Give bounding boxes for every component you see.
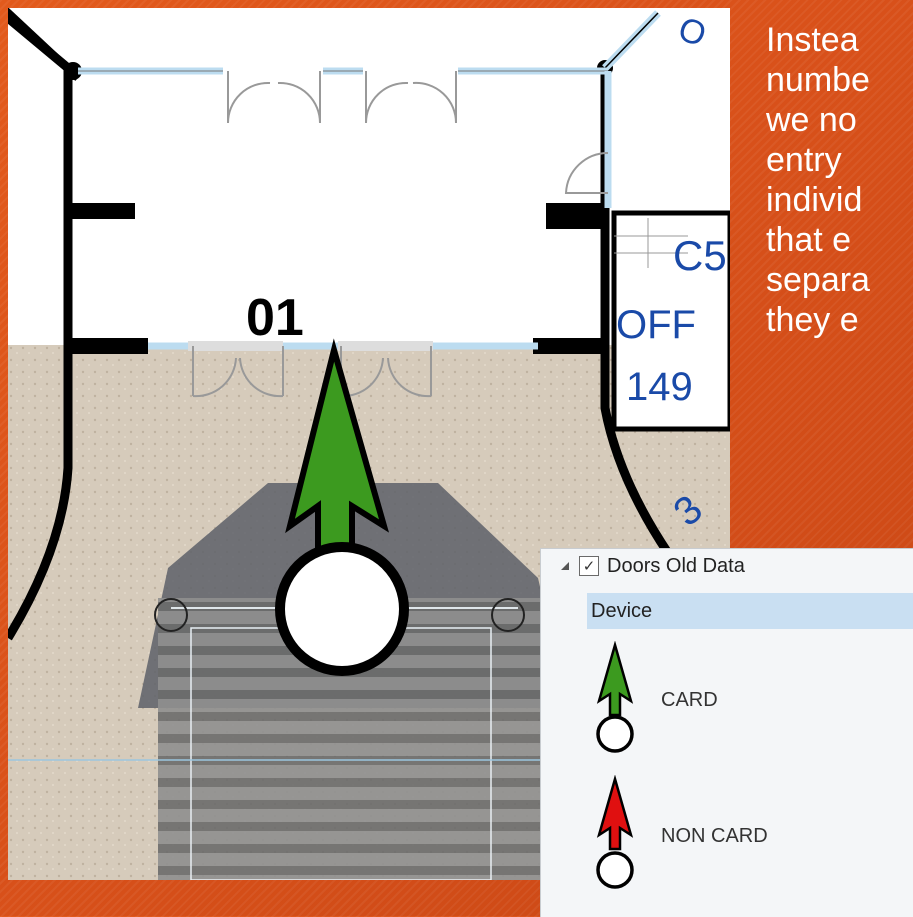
collapse-triangle-icon[interactable] xyxy=(559,559,573,573)
wall-stub-upper-left xyxy=(68,203,135,219)
layer-row[interactable]: ✓ Doors Old Data xyxy=(559,553,745,579)
legend-panel: ✓ Doors Old Data Device CARD NON CARD xyxy=(540,548,913,917)
door-id-label: 01 xyxy=(246,289,304,347)
slide-text-line: Instea xyxy=(766,21,859,59)
wall-fragment-top: O xyxy=(673,10,711,55)
legend-class-card: CARD xyxy=(661,689,718,711)
wall-edge-diagonal xyxy=(604,12,659,69)
wall-stub-lower-right xyxy=(533,338,608,354)
slide-background xyxy=(0,0,913,8)
field-header: Device xyxy=(587,593,913,629)
room-label-line-3: 149 xyxy=(626,365,693,409)
layer-name: Doors Old Data xyxy=(607,554,745,577)
slide-text-line: they e xyxy=(766,301,859,339)
slide-text-line: numbe xyxy=(766,61,870,99)
slide-text-line: individ xyxy=(766,181,863,219)
slide-text-line: we no xyxy=(766,101,857,139)
room-label-line-2: OFF xyxy=(616,303,696,347)
non-card-symbol-icon xyxy=(596,775,634,889)
slide-text-line: separa xyxy=(766,261,870,299)
wall-stub-lower-left xyxy=(68,338,148,354)
slide-text-line: entry xyxy=(766,141,842,179)
slide-body-text: Instea numbe we no entry individ that e … xyxy=(766,20,913,340)
slide-text-line: that e xyxy=(766,221,852,259)
layer-visibility-checkbox[interactable]: ✓ xyxy=(579,556,599,576)
legend-class-non-card: NON CARD xyxy=(661,825,768,847)
room-label-line-1: C5 xyxy=(673,232,727,279)
card-symbol-icon xyxy=(596,641,634,753)
wall-stub-upper-right xyxy=(546,203,606,229)
interior-room xyxy=(68,73,608,345)
